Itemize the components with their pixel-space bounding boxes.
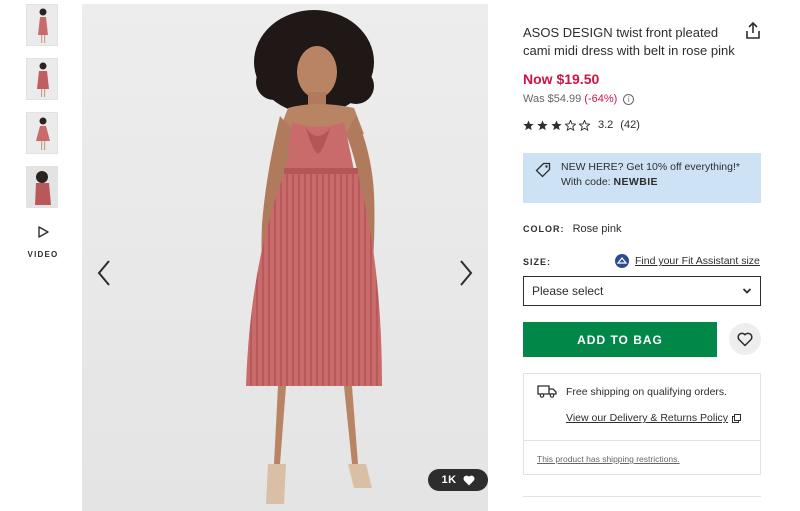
thumbnail-2-image: [27, 59, 57, 99]
fit-assistant-text: Find your Fit Assistant size: [635, 255, 760, 267]
heart-icon: [463, 475, 474, 485]
product-title: ASOS DESIGN twist front pleated cami mid…: [523, 25, 735, 58]
save-for-later-button[interactable]: [729, 323, 761, 355]
thumbnail-4-image: [27, 167, 57, 207]
video-label: VIDEO: [27, 250, 59, 259]
thumbnail-3-image: [27, 113, 57, 153]
size-select-value: Please select: [532, 284, 604, 298]
star-icon: [551, 119, 562, 130]
fit-assistant-link[interactable]: Find your Fit Assistant size: [615, 254, 760, 268]
shipping-restrictions-box: This product has shipping restrictions.: [523, 441, 761, 475]
discount-percent: (-64%): [584, 93, 618, 105]
likes-count: 1K: [441, 474, 457, 486]
delivery-returns-link[interactable]: View our Delivery & Returns Policy: [566, 412, 742, 424]
promo-line-1: NEW HERE? Get 10% off everything!*: [561, 161, 740, 173]
previous-image-button[interactable]: [92, 258, 116, 288]
heart-icon: [737, 332, 753, 346]
chevron-left-icon: [97, 260, 110, 286]
fit-assistant-icon: [615, 254, 629, 268]
external-link-icon: [732, 413, 742, 423]
star-icon: [523, 119, 534, 130]
info-icon[interactable]: i: [623, 93, 635, 105]
thumbnail-1[interactable]: [26, 4, 58, 46]
was-price: Was $54.99: [523, 93, 582, 105]
thumbnail-1-image: [27, 5, 57, 45]
rating-count: (42): [620, 119, 640, 131]
current-price: Now $19.50: [523, 71, 600, 87]
size-select[interactable]: Please select: [523, 276, 761, 306]
color-row: COLOR: Rose pink: [523, 223, 621, 235]
play-icon: [38, 226, 49, 238]
share-button[interactable]: [745, 21, 761, 40]
add-to-bag-button[interactable]: ADD TO BAG: [523, 322, 717, 357]
rating-stars: [523, 119, 590, 131]
promo-line-2: With code: NEWBIE: [561, 175, 751, 190]
next-image-button[interactable]: [454, 258, 478, 288]
thumbnail-strip: [26, 4, 60, 220]
rating-summary[interactable]: 3.2 (42): [523, 119, 640, 131]
shipping-info-box: Free shipping on qualifying orders. View…: [523, 373, 761, 441]
size-label: SIZE:: [523, 257, 552, 267]
chevron-down-icon: [742, 288, 752, 294]
product-photo: [82, 4, 488, 511]
thumbnail-3[interactable]: [26, 112, 58, 154]
delivery-returns-text: View our Delivery & Returns Policy: [566, 412, 729, 424]
shipping-text: Free shipping on qualifying orders.: [566, 386, 728, 398]
share-icon: [746, 21, 760, 39]
was-price-row: Was $54.99 (-64%) i: [523, 93, 635, 105]
thumbnail-4[interactable]: [26, 166, 58, 208]
rating-value: 3.2: [598, 119, 614, 131]
tag-icon: [535, 162, 551, 178]
main-product-image: 1K: [82, 4, 488, 511]
promo-code: NEWBIE: [613, 176, 658, 188]
star-icon: [537, 119, 548, 130]
promo-banner: NEW HERE? Get 10% off everything!* With …: [523, 153, 761, 203]
star-outline-icon: [579, 119, 590, 131]
shipping-restrictions-link[interactable]: This product has shipping restrictions.: [537, 454, 680, 464]
star-outline-icon: [565, 119, 576, 131]
chevron-right-icon: [460, 260, 473, 286]
color-label: COLOR:: [523, 224, 565, 234]
video-button[interactable]: VIDEO: [22, 226, 64, 262]
promo-code-prefix: With code:: [561, 176, 611, 188]
next-section-divider: [523, 496, 761, 511]
color-value: Rose pink: [572, 223, 622, 235]
truck-icon: [537, 385, 557, 398]
likes-badge[interactable]: 1K: [428, 469, 488, 491]
thumbnail-2[interactable]: [26, 58, 58, 100]
